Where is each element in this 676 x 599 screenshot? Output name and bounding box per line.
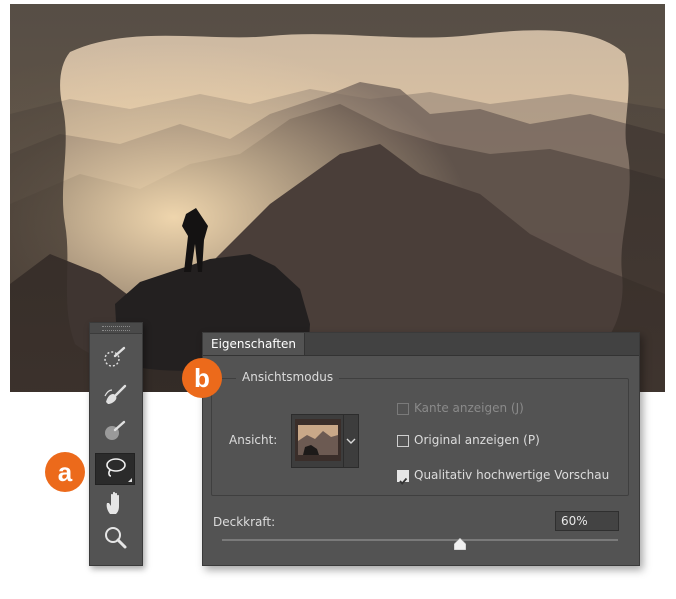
zoom-icon bbox=[102, 524, 128, 554]
submenu-indicator bbox=[128, 478, 132, 482]
checkmark-icon bbox=[398, 471, 408, 490]
callout-badge-a: a bbox=[45, 452, 85, 492]
hand-icon bbox=[102, 490, 128, 520]
callout-badge-b: b bbox=[182, 358, 222, 398]
opacity-slider-track[interactable] bbox=[222, 539, 618, 541]
quick-selection-tool[interactable] bbox=[95, 343, 135, 375]
view-thumbnail bbox=[295, 419, 341, 461]
tools-panel bbox=[89, 322, 143, 566]
panel-grip[interactable] bbox=[90, 323, 142, 334]
show-edge-checkbox[interactable] bbox=[397, 403, 409, 415]
refine-edge-brush-tool[interactable] bbox=[95, 381, 135, 413]
show-original-checkbox[interactable] bbox=[397, 435, 409, 447]
brush-icon bbox=[102, 418, 128, 448]
zoom-tool[interactable] bbox=[95, 523, 135, 555]
lasso-icon bbox=[102, 454, 128, 484]
high-quality-preview-label: Qualitativ hochwertige Vorschau bbox=[414, 468, 610, 482]
refine-edge-brush-icon bbox=[102, 382, 128, 412]
brush-tool[interactable] bbox=[95, 417, 135, 449]
opacity-input[interactable]: 60% bbox=[555, 511, 619, 531]
view-mode-legend: Ansichtsmodus bbox=[236, 370, 340, 384]
opacity-slider-thumb[interactable] bbox=[453, 535, 466, 551]
opacity-label: Deckkraft: bbox=[213, 515, 276, 529]
tab-properties[interactable]: Eigenschaften bbox=[203, 333, 306, 355]
high-quality-preview-checkbox[interactable] bbox=[397, 470, 409, 485]
panel-tab-bar: Eigenschaften bbox=[203, 333, 639, 356]
show-original-label: Original anzeigen (P) bbox=[414, 433, 540, 447]
lasso-tool[interactable] bbox=[95, 453, 135, 485]
view-mode-dropdown[interactable] bbox=[291, 414, 359, 468]
show-edge-label: Kante anzeigen (J) bbox=[414, 401, 524, 415]
view-label: Ansicht: bbox=[229, 433, 278, 447]
quick-selection-icon bbox=[102, 344, 128, 374]
hand-tool[interactable] bbox=[95, 489, 135, 521]
chevron-down-icon[interactable] bbox=[343, 415, 358, 467]
